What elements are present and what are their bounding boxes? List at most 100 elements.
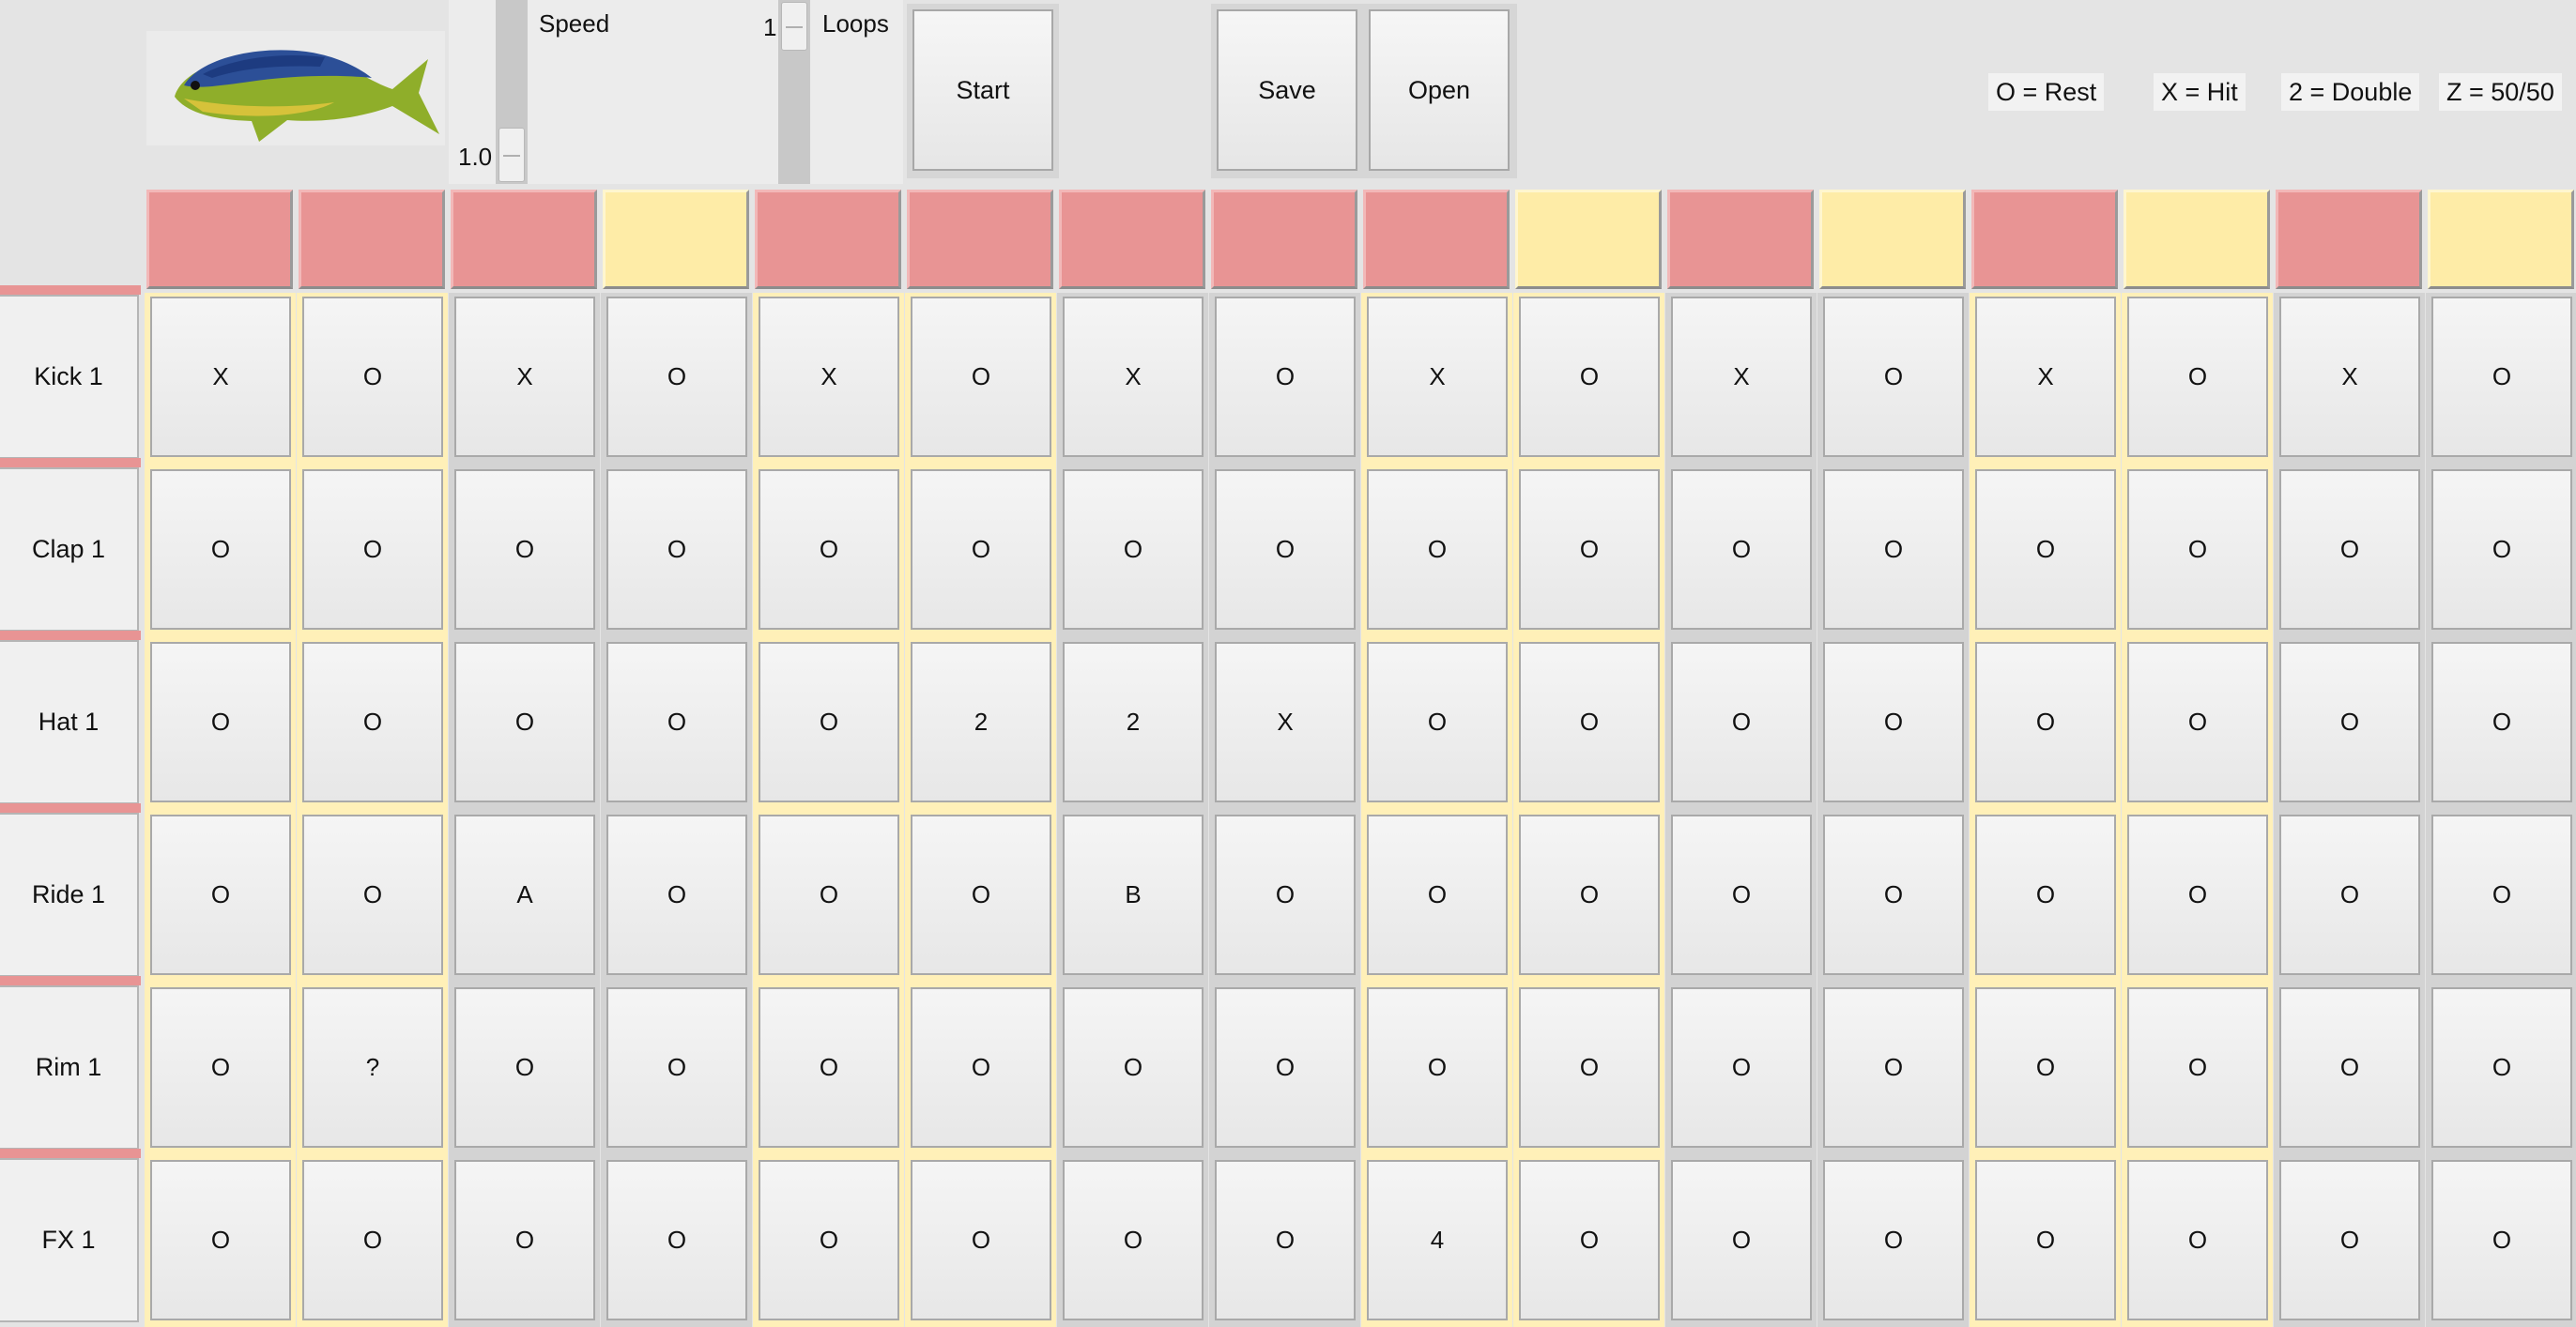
step-button[interactable]: ? — [302, 987, 443, 1148]
step-button[interactable]: A — [454, 815, 595, 975]
step-button[interactable]: O — [2431, 815, 2572, 975]
speed-slider-handle[interactable] — [498, 128, 525, 182]
save-button[interactable]: Save — [1217, 9, 1357, 171]
step-button[interactable]: O — [2127, 987, 2268, 1148]
step-button[interactable]: O — [1519, 987, 1660, 1148]
step-button[interactable]: O — [606, 642, 747, 802]
step-button[interactable]: X — [1367, 297, 1508, 457]
step-button[interactable]: X — [150, 297, 291, 457]
step-button[interactable]: O — [759, 469, 899, 630]
step-button[interactable]: O — [2127, 642, 2268, 802]
step-button[interactable]: O — [606, 297, 747, 457]
step-button[interactable]: O — [302, 469, 443, 630]
step-button[interactable]: O — [2127, 469, 2268, 630]
step-button[interactable]: O — [2279, 1160, 2420, 1320]
open-button[interactable]: Open — [1369, 9, 1510, 171]
step-button[interactable]: O — [911, 1160, 1051, 1320]
step-button[interactable]: O — [1823, 1160, 1964, 1320]
step-button[interactable]: O — [454, 987, 595, 1148]
step-button[interactable]: O — [2127, 297, 2268, 457]
step-button[interactable]: O — [150, 987, 291, 1148]
step-button[interactable]: O — [2127, 815, 2268, 975]
step-button[interactable]: O — [1215, 469, 1356, 630]
step-button[interactable]: O — [606, 815, 747, 975]
step-button[interactable]: O — [302, 1160, 443, 1320]
step-button[interactable]: O — [1063, 987, 1204, 1148]
step-button[interactable]: X — [454, 297, 595, 457]
step-button[interactable]: X — [1671, 297, 1812, 457]
step-button[interactable]: O — [911, 469, 1051, 630]
step-button[interactable]: O — [1215, 987, 1356, 1148]
step-button[interactable]: O — [759, 1160, 899, 1320]
step-button[interactable]: O — [150, 815, 291, 975]
track-label[interactable]: Clap 1 — [0, 467, 139, 632]
step-button[interactable]: O — [1671, 1160, 1812, 1320]
step-button[interactable]: O — [302, 642, 443, 802]
step-button[interactable]: O — [150, 469, 291, 630]
track-label[interactable]: Hat 1 — [0, 640, 139, 804]
step-button[interactable]: O — [454, 1160, 595, 1320]
step-button[interactable]: O — [2431, 1160, 2572, 1320]
step-button[interactable]: B — [1063, 815, 1204, 975]
step-button[interactable]: O — [1975, 987, 2116, 1148]
step-button[interactable]: O — [2279, 815, 2420, 975]
step-button[interactable]: O — [911, 297, 1051, 457]
step-button[interactable]: O — [759, 987, 899, 1148]
speed-slider[interactable] — [496, 0, 528, 184]
track-label[interactable]: Ride 1 — [0, 813, 139, 977]
step-button[interactable]: O — [2431, 469, 2572, 630]
step-button[interactable]: O — [2279, 469, 2420, 630]
step-button[interactable]: O — [1063, 1160, 1204, 1320]
step-button[interactable]: O — [1975, 1160, 2116, 1320]
step-button[interactable]: O — [150, 1160, 291, 1320]
step-button[interactable]: O — [1671, 469, 1812, 630]
step-button[interactable]: O — [1823, 297, 1964, 457]
step-button[interactable]: O — [1215, 297, 1356, 457]
step-button[interactable]: O — [1367, 469, 1508, 630]
step-button[interactable]: O — [606, 987, 747, 1148]
step-button[interactable]: O — [1215, 815, 1356, 975]
step-button[interactable]: O — [2279, 987, 2420, 1148]
step-button[interactable]: X — [1063, 297, 1204, 457]
start-button[interactable]: Start — [912, 9, 1053, 171]
step-button[interactable]: O — [2279, 642, 2420, 802]
step-button[interactable]: X — [1215, 642, 1356, 802]
step-button[interactable]: O — [1823, 815, 1964, 975]
step-button[interactable]: O — [302, 297, 443, 457]
step-button[interactable]: O — [1975, 815, 2116, 975]
step-button[interactable]: 2 — [911, 642, 1051, 802]
loops-slider-handle[interactable] — [781, 2, 807, 51]
step-button[interactable]: O — [1519, 1160, 1660, 1320]
step-button[interactable]: O — [1823, 642, 1964, 802]
track-label[interactable]: Rim 1 — [0, 985, 139, 1150]
step-button[interactable]: X — [2279, 297, 2420, 457]
step-button[interactable]: O — [2431, 297, 2572, 457]
step-button[interactable]: O — [911, 815, 1051, 975]
step-button[interactable]: O — [1519, 469, 1660, 630]
step-button[interactable]: O — [1671, 987, 1812, 1148]
step-button[interactable]: 4 — [1367, 1160, 1508, 1320]
step-button[interactable]: O — [911, 987, 1051, 1148]
track-label[interactable]: Kick 1 — [0, 295, 139, 459]
step-button[interactable]: O — [1519, 642, 1660, 802]
step-button[interactable]: O — [1519, 297, 1660, 457]
step-button[interactable]: O — [1367, 987, 1508, 1148]
step-button[interactable]: O — [2431, 987, 2572, 1148]
step-button[interactable]: O — [454, 469, 595, 630]
step-button[interactable]: O — [1823, 987, 1964, 1148]
step-button[interactable]: O — [1975, 469, 2116, 630]
step-button[interactable]: O — [1063, 469, 1204, 630]
step-button[interactable]: X — [1975, 297, 2116, 457]
step-button[interactable]: X — [759, 297, 899, 457]
step-button[interactable]: O — [759, 642, 899, 802]
step-button[interactable]: O — [302, 815, 443, 975]
step-button[interactable]: O — [2431, 642, 2572, 802]
step-button[interactable]: O — [150, 642, 291, 802]
step-button[interactable]: O — [1519, 815, 1660, 975]
step-button[interactable]: 2 — [1063, 642, 1204, 802]
step-button[interactable]: O — [1367, 815, 1508, 975]
step-button[interactable]: O — [1215, 1160, 1356, 1320]
step-button[interactable]: O — [1823, 469, 1964, 630]
step-button[interactable]: O — [606, 469, 747, 630]
step-button[interactable]: O — [1671, 642, 1812, 802]
